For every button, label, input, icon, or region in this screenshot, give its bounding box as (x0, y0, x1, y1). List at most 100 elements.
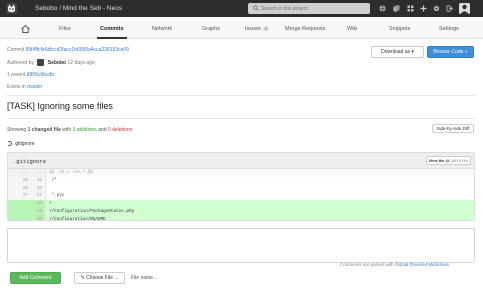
commit-sha-line: Commit 89f4ffcfe6dfccd2facc1b6550a4cca22… (7, 47, 129, 53)
authored-by-label: Authored by (7, 59, 34, 66)
markdown-note-text: Comments are parsed with (340, 262, 394, 267)
file-diff: .gitignore View file @ 89f4ffc ...... @@ … (7, 152, 475, 221)
commit-label: Commit (7, 47, 25, 53)
author-avatar[interactable] (37, 59, 45, 66)
diff-code: /* (49, 177, 57, 183)
browse-code-button[interactable]: Browse Code » (427, 46, 474, 58)
changed-file-name: .gitignore (14, 141, 35, 147)
tab-commits[interactable]: Commits (100, 26, 124, 32)
new-line-number[interactable]: 30 (30, 216, 42, 220)
new-line-number[interactable]: 28 (30, 200, 42, 208)
diff-lines: ...... @@ -25,4 +25,7 @@ 25 25 /* 26 26 27 27 … (8, 169, 474, 221)
changed-file-link[interactable]: .gitignore (7, 141, 35, 147)
new-line-number[interactable]: 27 (30, 192, 42, 200)
choose-file-label: Choose File ... (86, 275, 119, 281)
diff-code: + (49, 201, 52, 207)
deletions-count: 0 deletions (107, 127, 133, 133)
view-file-button[interactable]: View file @ 89f4ffc (426, 156, 471, 165)
diff-line-added: 29 +/Configuration/PackageStates.php (8, 207, 474, 216)
side-by-side-diff-button[interactable]: Side-by-side Diff (432, 124, 474, 133)
divider (7, 118, 475, 119)
diff-summary: Showing 1 changed file with 3 additions … (7, 127, 132, 133)
project-nav: Files Commits Network Graphs Issues 0 Mer… (0, 17, 483, 39)
new-line-number[interactable]: 29 (30, 208, 42, 216)
markdown-link[interactable]: GitLab Flavored Markdown (395, 262, 449, 267)
issues-count-badge: 0 (262, 26, 270, 31)
user-avatar[interactable] (459, 3, 470, 14)
diff-code: +/Configuration/README (49, 216, 106, 221)
home-icon[interactable] (21, 25, 30, 33)
diff-hunk-header: ...... @@ -25,4 +25,7 @@ (8, 169, 474, 177)
caret-down-icon: ▾ (411, 49, 414, 55)
parent-line: 1 parent 8856c6bcdb (7, 72, 54, 78)
diff-code (49, 185, 52, 193)
markdown-note: Comments are parsed with GitLab Flavored… (340, 262, 449, 267)
user-avatar-icon (459, 3, 470, 14)
logo-icon[interactable] (6, 3, 17, 14)
view-file-sha: 89f4ffc (451, 160, 469, 164)
commit-sha-link[interactable]: 89f4ffcfe6dfccd2facc1b6550a4cca228153ce0… (26, 47, 129, 53)
gear-icon[interactable] (433, 5, 440, 12)
project-title[interactable]: Sebobo / Mind the Seb - Neos (35, 4, 122, 13)
download-label: Download as (381, 49, 410, 55)
author-line: Authored by Sebobo 12 days ago (7, 59, 95, 66)
new-line-number[interactable]: ... (30, 169, 42, 177)
dashboard-icon[interactable] (407, 5, 414, 12)
and-label: and (98, 127, 107, 133)
comment-textarea[interactable] (8, 229, 474, 262)
exists-in-line: Exists in master (7, 84, 42, 90)
copy-icon[interactable] (393, 5, 400, 12)
comment-box[interactable] (7, 228, 475, 263)
tab-wiki[interactable]: Wiki (347, 26, 357, 32)
old-line-number[interactable]: 25 (16, 177, 28, 185)
file-name-label: File name... (131, 275, 158, 281)
showing-label: Showing (7, 127, 27, 133)
paperclip-icon: ✎ (80, 275, 85, 281)
with-label: with (62, 127, 72, 133)
branch-link[interactable]: master (27, 84, 42, 90)
tab-settings[interactable]: Settings (439, 26, 459, 32)
choose-file-button[interactable]: ✎ Choose File ... (74, 272, 125, 284)
globe-icon[interactable] (379, 5, 386, 12)
tab-files[interactable]: Files (59, 26, 71, 32)
old-line-number[interactable]: 26 (16, 185, 28, 193)
new-line-number[interactable]: 25 (30, 177, 42, 185)
diff-code: *.pyc (49, 193, 65, 199)
tab-merge-requests[interactable]: Merge Requests (285, 26, 325, 32)
tab-issues-label: Issues (245, 26, 261, 32)
tab-snippets[interactable]: Snippets (389, 26, 410, 32)
commit-time: 12 days ago (67, 59, 95, 66)
add-comment-button[interactable]: Add Comment (10, 272, 61, 284)
sign-out-icon[interactable] (446, 5, 453, 12)
parent-sha-link[interactable]: 8856c6bcdb (27, 72, 54, 78)
search-icon (253, 5, 259, 11)
old-line-number[interactable]: ... (16, 169, 28, 177)
diff-line-added: 30 +/Configuration/README (8, 215, 474, 221)
diff-code: @@ -25,4 +25,7 @@ (49, 170, 93, 175)
diff-line-added: 28 + (8, 200, 474, 208)
exists-in-label: Exists in (7, 84, 26, 90)
diff-line-context: 25 25 /* (8, 176, 474, 185)
diff-code: +/Configuration/PackageStates.php (49, 208, 135, 214)
changed-files-count[interactable]: 1 changed file (28, 127, 61, 133)
file-diff-header: .gitignore View file @ 89f4ffc (8, 153, 474, 169)
commit-title: [TASK] Ignoring some files (7, 101, 113, 111)
active-tab-indicator (97, 37, 127, 39)
tab-graphs[interactable]: Graphs (202, 26, 220, 32)
search-input[interactable] (261, 3, 366, 14)
tab-network[interactable]: Network (152, 26, 172, 32)
plus-icon[interactable] (420, 5, 427, 12)
divider (7, 95, 475, 96)
additions-count: 3 additions (72, 127, 97, 133)
file-diff-title: .gitignore (13, 158, 47, 165)
tab-issues[interactable]: Issues 0 (245, 26, 270, 32)
download-button[interactable]: Download as ▾ (371, 46, 424, 58)
author-name[interactable]: Sebobo (48, 60, 66, 66)
search-box[interactable] (248, 3, 370, 14)
parent-label: 1 parent (7, 72, 26, 78)
diff-line-context: 26 26 (8, 184, 474, 193)
new-line-number[interactable]: 26 (30, 185, 42, 193)
view-file-label: View file @ (428, 158, 450, 163)
top-bar: Sebobo / Mind the Seb - Neos (0, 0, 483, 17)
old-line-number[interactable]: 27 (16, 192, 28, 200)
